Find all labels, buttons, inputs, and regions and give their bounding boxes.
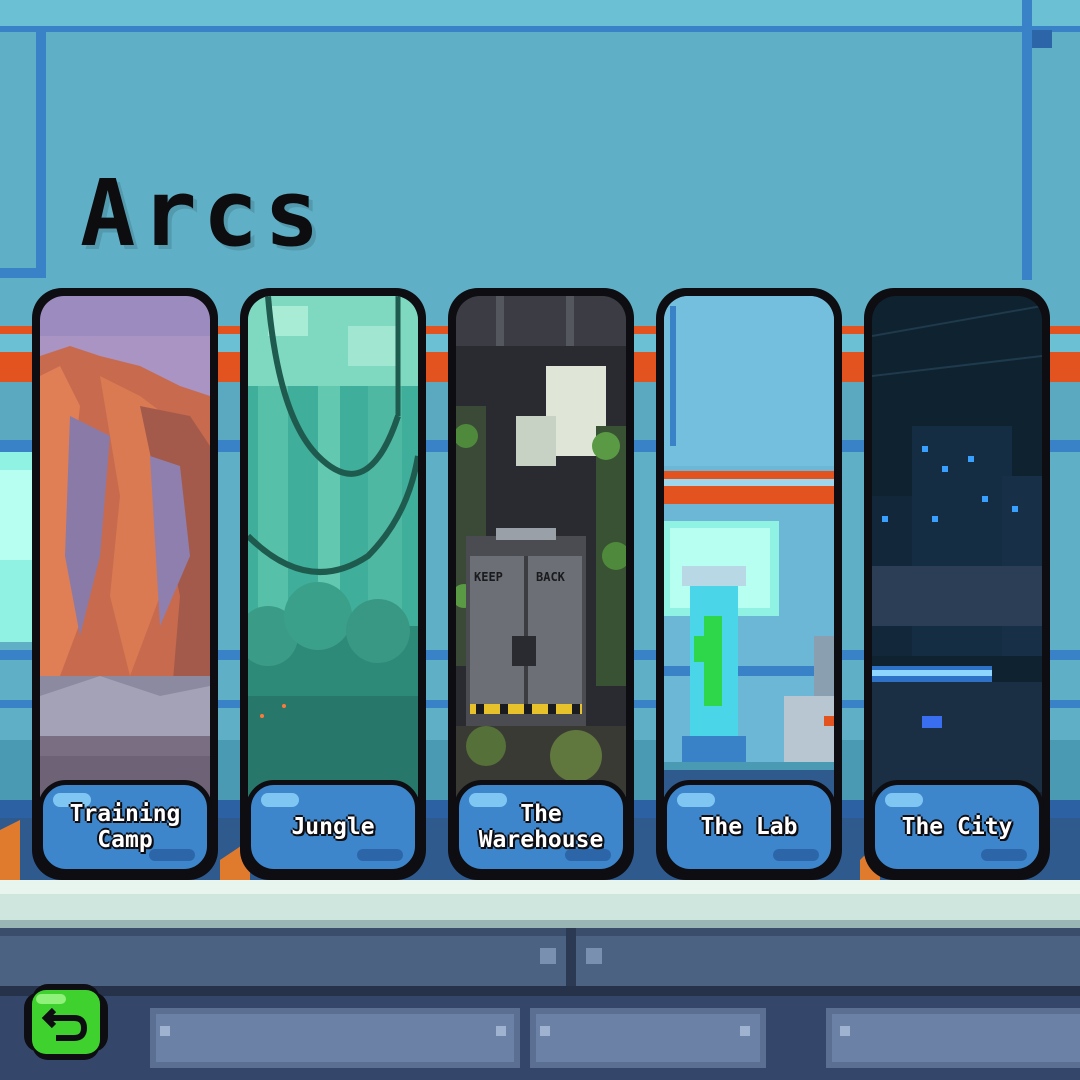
arc-card-the-lab[interactable]: The Lab [656, 288, 842, 880]
arc-card-the-warehouse[interactable]: KEEP BACK The Warehouse [448, 288, 634, 880]
arc-label-text: The Lab [700, 814, 798, 840]
arc-card-the-city[interactable]: The City [864, 288, 1050, 880]
arc-card-jungle[interactable]: Jungle [240, 288, 426, 880]
arc-label-text: The City [901, 814, 1013, 840]
back-arrow-icon [24, 984, 108, 1060]
arc-label-text: Training Camp [69, 801, 181, 853]
arc-label-training-camp[interactable]: Training Camp [38, 780, 212, 874]
arc-label-the-city[interactable]: The City [870, 780, 1044, 874]
arc-card-training-camp[interactable]: Training Camp [32, 288, 218, 880]
arc-label-text: The Warehouse [478, 801, 604, 853]
arc-label-the-warehouse[interactable]: The Warehouse [454, 780, 628, 874]
warehouse-door-right-text: BACK [536, 570, 566, 584]
arc-label-text: Jungle [291, 814, 375, 840]
warehouse-door-left-text: KEEP [474, 570, 503, 584]
arc-label-the-lab[interactable]: The Lab [662, 780, 836, 874]
arc-label-jungle[interactable]: Jungle [246, 780, 420, 874]
arc-selector: Training Camp Jungle KEEP BACK The Wareh… [0, 0, 1080, 1080]
back-button[interactable] [24, 984, 108, 1060]
